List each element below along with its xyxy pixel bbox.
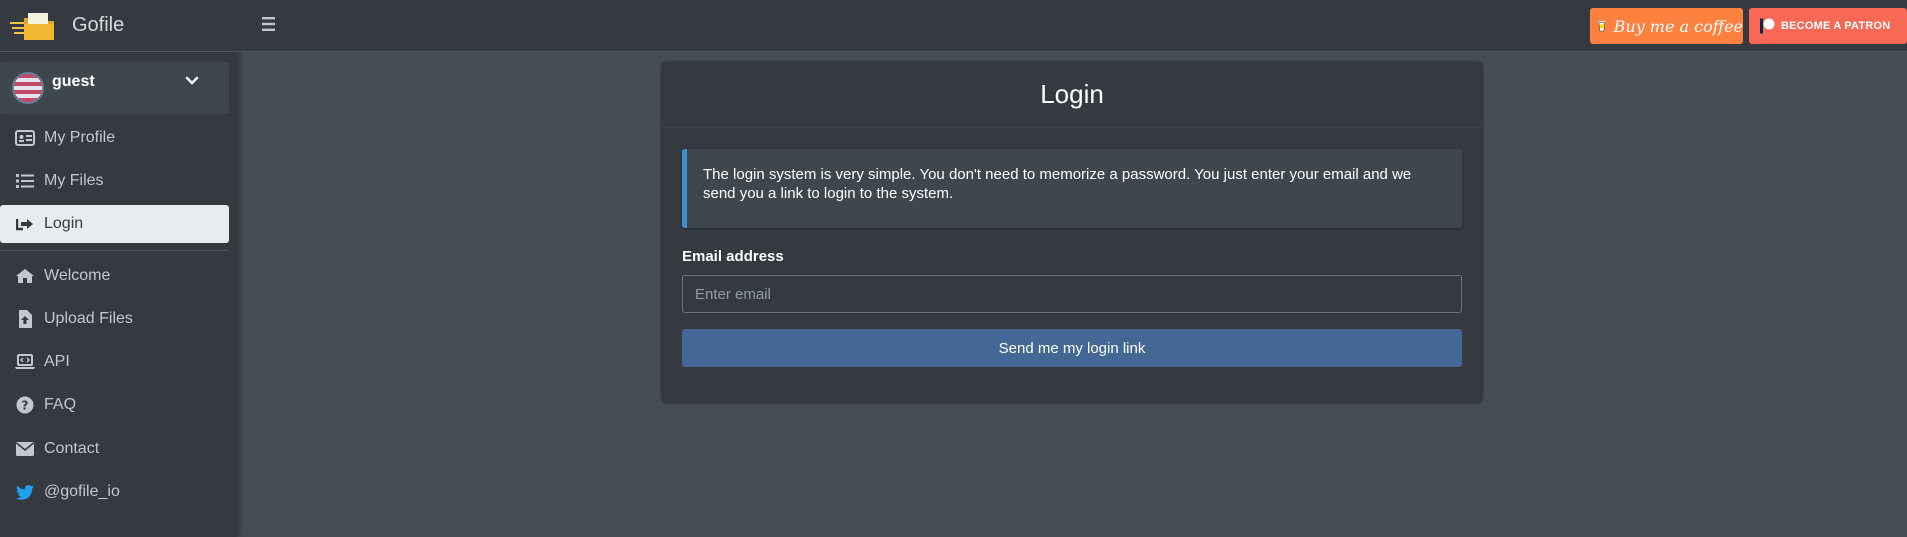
login-info-text: The login system is very simple. You don… xyxy=(703,166,1412,202)
sidebar-item-label: Upload Files xyxy=(44,310,133,327)
sidebar: Gofile guest My Profile My Files Login W… xyxy=(0,0,237,537)
sidebar-item-label: Contact xyxy=(44,440,100,457)
top-navbar: Buy me a coffee BECOME A PATRON xyxy=(237,0,1907,52)
sidebar-item-faq[interactable]: ? FAQ xyxy=(0,386,229,424)
avatar xyxy=(12,72,44,104)
chevron-down-icon[interactable] xyxy=(185,74,199,88)
svg-text:?: ? xyxy=(22,399,29,413)
sidebar-item-api[interactable]: API xyxy=(0,343,229,381)
sidebar-item-welcome[interactable]: Welcome xyxy=(0,257,229,295)
sidebar-item-label: Login xyxy=(44,215,84,232)
gofile-logo-icon xyxy=(10,12,54,40)
sidebar-item-twitter[interactable]: @gofile_io xyxy=(0,473,229,511)
user-name: guest xyxy=(52,73,95,90)
buy-me-a-coffee-button[interactable]: Buy me a coffee xyxy=(1590,8,1743,44)
list-icon xyxy=(15,171,35,191)
buy-me-a-coffee-label: Buy me a coffee xyxy=(1613,16,1743,36)
sidebar-item-label: API xyxy=(44,353,70,370)
sidebar-item-label: Welcome xyxy=(44,267,111,284)
email-label: Email address xyxy=(682,248,784,265)
sidebar-item-login[interactable]: Login xyxy=(0,205,229,243)
sidebar-item-upload-files[interactable]: Upload Files xyxy=(0,300,229,338)
home-icon xyxy=(15,266,35,286)
card-header: Login xyxy=(662,62,1482,128)
id-card-icon xyxy=(15,128,35,148)
sidebar-item-label: My Profile xyxy=(44,129,116,146)
sidebar-item-label: FAQ xyxy=(44,396,77,413)
brand-link[interactable]: Gofile xyxy=(0,0,237,52)
sidebar-item-contact[interactable]: Contact xyxy=(0,430,229,468)
brand-name: Gofile xyxy=(72,14,125,36)
twitter-icon xyxy=(15,482,35,502)
laptop-code-icon xyxy=(15,352,35,372)
coffee-cup-icon xyxy=(1598,20,1606,32)
hamburger-icon[interactable] xyxy=(261,16,279,32)
login-info-callout: The login system is very simple. You don… xyxy=(682,149,1462,228)
sidebar-item-label: @gofile_io xyxy=(44,483,120,500)
question-circle-icon: ? xyxy=(15,395,35,415)
become-a-patron-button[interactable]: BECOME A PATRON xyxy=(1749,8,1907,44)
send-login-link-button[interactable]: Send me my login link xyxy=(682,329,1462,367)
sign-in-icon xyxy=(15,214,35,234)
user-dropdown[interactable]: guest xyxy=(0,62,229,114)
email-field[interactable] xyxy=(682,275,1462,313)
become-a-patron-label: BECOME A PATRON xyxy=(1781,20,1891,32)
envelope-icon xyxy=(15,439,35,459)
sidebar-item-my-profile[interactable]: My Profile xyxy=(0,119,229,157)
patreon-icon xyxy=(1760,18,1775,34)
sidebar-item-label: My Files xyxy=(44,172,104,189)
file-upload-icon xyxy=(15,309,35,329)
sidebar-item-my-files[interactable]: My Files xyxy=(0,162,229,200)
page-title: Login xyxy=(1040,79,1104,109)
login-card: Login The login system is very simple. Y… xyxy=(662,62,1482,402)
sidebar-divider xyxy=(0,250,229,251)
